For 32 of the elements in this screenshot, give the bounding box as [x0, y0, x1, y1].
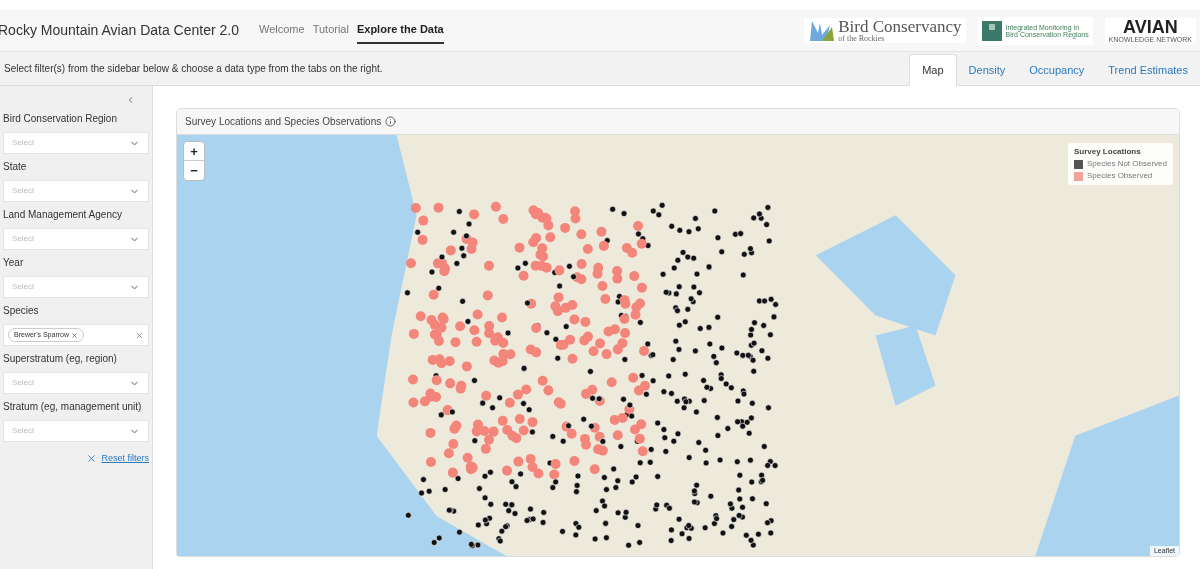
- tab[interactable]: Occupancy: [1017, 54, 1097, 85]
- logo-title: Bird Conservancy: [838, 18, 962, 35]
- grid-icon: [981, 20, 1002, 41]
- reset-link[interactable]: Reset filters: [86, 452, 149, 466]
- nav-link[interactable]: Welcome: [259, 17, 305, 44]
- info-icon[interactable]: [385, 116, 397, 127]
- instructions-text: Select filter(s) from the sidebar below & choose a data type from the tabs on the right.: [3, 62, 383, 76]
- zoom-out-button[interactable]: −: [184, 161, 204, 180]
- nav-link[interactable]: Tutorial: [312, 17, 349, 44]
- tab[interactable]: Trend Estimates: [1096, 54, 1200, 85]
- filter-label: Stratum (eg, management unit): [3, 400, 143, 414]
- logo-title: AVIAN: [1123, 18, 1178, 36]
- logo-subtitle: of the Rockies: [838, 35, 885, 43]
- filter-label: Bird Conservation Region: [3, 112, 118, 126]
- filter-label: Species: [3, 304, 40, 318]
- app-title: Rocky Mountain Avian Data Center 2.0: [0, 21, 239, 40]
- tab[interactable]: Map: [909, 53, 957, 86]
- filter-label: Superstratum (eg, region): [3, 352, 118, 366]
- nav-link[interactable]: Explore the Data: [356, 17, 444, 44]
- card-title: Survey Locations and Species Observations: [185, 115, 382, 129]
- remove-icon[interactable]: [71, 331, 79, 339]
- filter-label: State: [3, 160, 28, 174]
- tab[interactable]: Density: [956, 54, 1018, 85]
- legend-label: Species Not Observed: [1086, 158, 1167, 170]
- close-icon: [86, 453, 98, 465]
- collapse-button[interactable]: ‹: [128, 92, 133, 106]
- legend-title: Survey Locations: [1073, 146, 1142, 158]
- filter-label: Land Management Agency: [3, 208, 123, 222]
- filter-label: Year: [3, 256, 25, 270]
- clear-icon[interactable]: [135, 330, 144, 340]
- zoom-in-button[interactable]: +: [184, 142, 204, 161]
- legend-label: Species Observed: [1086, 170, 1153, 182]
